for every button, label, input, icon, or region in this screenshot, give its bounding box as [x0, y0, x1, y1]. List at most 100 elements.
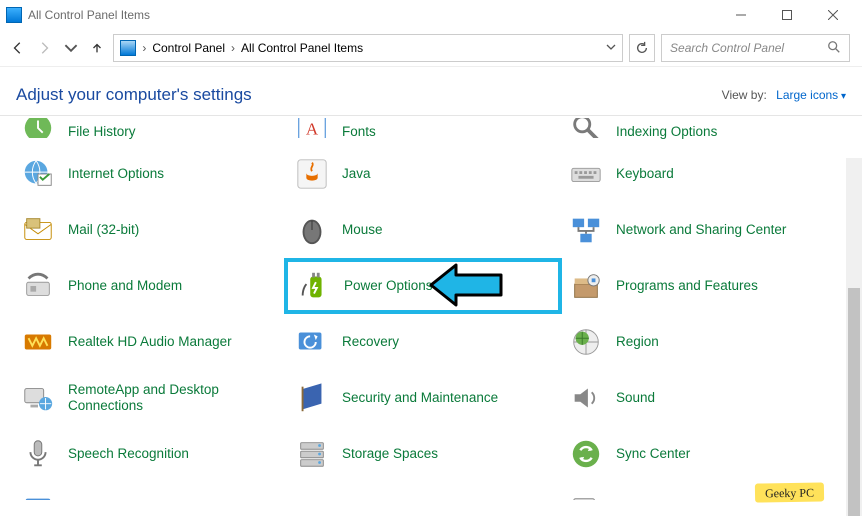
window-title: All Control Panel Items	[28, 8, 150, 22]
item-label: Sync Center	[616, 446, 690, 462]
sound-icon	[566, 378, 606, 418]
search-input[interactable]	[670, 41, 827, 55]
cp-item-system[interactable]: System	[14, 488, 284, 500]
view-by-value[interactable]: Large icons	[776, 88, 846, 102]
item-label: Indexing Options	[616, 124, 717, 140]
item-label: Security and Maintenance	[342, 390, 498, 406]
phone-modem-icon	[18, 266, 58, 306]
speech-icon	[18, 434, 58, 474]
cp-item-mouse[interactable]: Mouse	[288, 208, 558, 252]
item-label: Speech Recognition	[68, 446, 189, 462]
item-label: Programs and Features	[616, 278, 758, 294]
cp-item-remoteapp[interactable]: RemoteApp and Desktop Connections	[14, 376, 284, 420]
search-icon[interactable]	[827, 40, 841, 57]
cp-item-power-options[interactable]: Power Options	[284, 258, 562, 314]
network-icon	[566, 210, 606, 250]
minimize-button[interactable]	[718, 1, 764, 29]
recovery-icon	[292, 322, 332, 362]
sync-icon	[566, 434, 606, 474]
breadcrumb-current[interactable]: All Control Panel Items	[241, 41, 363, 55]
item-label: Mail (32-bit)	[68, 222, 139, 238]
cp-item-network-sharing[interactable]: Network and Sharing Center	[562, 208, 832, 252]
cp-item-keyboard[interactable]: Keyboard	[562, 152, 832, 196]
indexing-icon	[566, 118, 606, 138]
item-label: Internet Options	[68, 166, 164, 182]
cp-item-fonts[interactable]: A Fonts	[288, 116, 558, 140]
item-label: Region	[616, 334, 659, 350]
item-label: Fonts	[342, 124, 376, 140]
cp-item-java[interactable]: Java	[288, 152, 558, 196]
item-label: Storage Spaces	[342, 446, 438, 462]
chevron-right-icon: ›	[231, 41, 235, 55]
cp-item-security-maintenance[interactable]: Security and Maintenance	[288, 376, 558, 420]
window-controls	[718, 1, 856, 29]
cp-item-sound[interactable]: Sound	[562, 376, 832, 420]
cp-item-indexing-options[interactable]: Indexing Options	[562, 116, 832, 140]
cp-item-recovery[interactable]: Recovery	[288, 320, 558, 364]
cp-item-phone-modem[interactable]: Phone and Modem	[14, 264, 284, 308]
svg-text:A: A	[306, 120, 319, 138]
title-bar: All Control Panel Items	[0, 0, 862, 30]
cp-item-taskbar-navigation[interactable]: Taskbar and Navigation	[288, 488, 558, 500]
item-label: Realtek HD Audio Manager	[68, 334, 232, 350]
app-icon	[6, 7, 22, 23]
up-button[interactable]	[87, 36, 107, 60]
file-history-icon	[18, 118, 58, 138]
item-label: File History	[68, 124, 136, 140]
item-label: Phone and Modem	[68, 278, 182, 294]
troubleshooting-icon	[566, 490, 606, 500]
toolbar: › Control Panel › All Control Panel Item…	[0, 30, 862, 66]
control-panel-icon	[120, 40, 136, 56]
cp-item-storage-spaces[interactable]: Storage Spaces	[288, 432, 558, 476]
programs-icon	[566, 266, 606, 306]
remoteapp-icon	[18, 378, 58, 418]
page-header: Adjust your computer's settings View by:…	[0, 67, 862, 115]
view-by-label: View by:	[722, 88, 767, 102]
item-label: Power Options	[344, 278, 433, 294]
forward-button[interactable]	[34, 36, 54, 60]
search-box[interactable]	[661, 34, 850, 62]
region-icon	[566, 322, 606, 362]
mouse-icon	[292, 210, 332, 250]
realtek-icon	[18, 322, 58, 362]
cp-item-programs-features[interactable]: Programs and Features	[562, 264, 832, 308]
vertical-scrollbar[interactable]	[846, 158, 862, 516]
page-title: Adjust your computer's settings	[16, 85, 252, 105]
java-icon	[292, 154, 332, 194]
taskbar-icon	[292, 490, 332, 500]
system-icon	[18, 490, 58, 500]
address-dropdown-icon[interactable]	[606, 41, 616, 55]
maximize-button[interactable]	[764, 1, 810, 29]
internet-options-icon	[18, 154, 58, 194]
fonts-icon: A	[292, 118, 332, 138]
breadcrumb-root[interactable]: Control Panel	[152, 41, 225, 55]
storage-icon	[292, 434, 332, 474]
recent-dropdown[interactable]	[61, 36, 81, 60]
item-label: Sound	[616, 390, 655, 406]
cp-item-file-history[interactable]: File History	[14, 116, 284, 140]
mail-icon	[18, 210, 58, 250]
cp-item-realtek-audio[interactable]: Realtek HD Audio Manager	[14, 320, 284, 364]
scrollbar-thumb[interactable]	[848, 288, 860, 516]
keyboard-icon	[566, 154, 606, 194]
cp-item-internet-options[interactable]: Internet Options	[14, 152, 284, 196]
power-options-icon	[294, 266, 334, 306]
cp-item-speech-recognition[interactable]: Speech Recognition	[14, 432, 284, 476]
watermark: Geeky PC	[755, 482, 824, 502]
chevron-right-icon: ›	[142, 41, 146, 55]
items-area: File History A Fonts Indexing Options In…	[0, 116, 862, 500]
item-label: Recovery	[342, 334, 399, 350]
item-label: RemoteApp and Desktop Connections	[68, 382, 258, 414]
address-bar[interactable]: › Control Panel › All Control Panel Item…	[113, 34, 623, 62]
item-label: Keyboard	[616, 166, 674, 182]
cp-item-sync-center[interactable]: Sync Center	[562, 432, 832, 476]
view-by: View by: Large icons	[722, 88, 846, 102]
item-label: Mouse	[342, 222, 383, 238]
security-icon	[292, 378, 332, 418]
refresh-button[interactable]	[629, 34, 655, 62]
item-label: Network and Sharing Center	[616, 222, 786, 238]
cp-item-mail[interactable]: Mail (32-bit)	[14, 208, 284, 252]
cp-item-region[interactable]: Region	[562, 320, 832, 364]
back-button[interactable]	[8, 36, 28, 60]
close-button[interactable]	[810, 1, 856, 29]
